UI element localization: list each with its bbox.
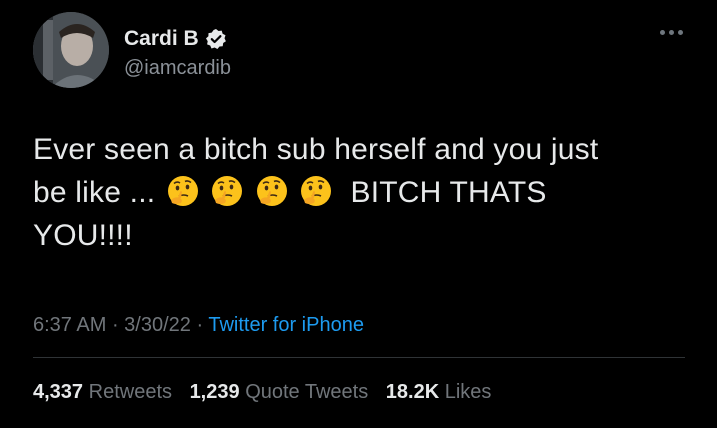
divider <box>33 357 685 358</box>
tweet-meta: 6:37 AM · 3/30/22 · Twitter for iPhone <box>33 311 364 339</box>
verified-badge-icon <box>205 28 227 50</box>
likes-stat[interactable]: 18.2K Likes <box>386 381 492 403</box>
retweets-label: Retweets <box>88 381 172 403</box>
tweet-date[interactable]: 3/30/22 <box>124 314 191 336</box>
handle[interactable]: @iamcardib <box>124 56 231 80</box>
tweet-line-2-prefix: be like ... <box>33 176 156 209</box>
more-options-icon[interactable] <box>660 30 683 35</box>
thinking-face-emoji-icon <box>210 174 244 208</box>
meta-separator: · <box>106 314 125 336</box>
retweets-stat[interactable]: 4,337 Retweets <box>33 381 172 403</box>
quote-tweets-count: 1,239 <box>189 381 240 403</box>
quote-tweets-label: Quote Tweets <box>245 381 369 403</box>
likes-label: Likes <box>444 381 492 403</box>
retweets-count: 4,337 <box>33 381 84 403</box>
quote-tweets-stat[interactable]: 1,239 Quote Tweets <box>190 381 369 403</box>
tweet-stats: 4,337 Retweets 1,239 Quote Tweets 18.2K … <box>33 378 503 406</box>
avatar-image <box>33 12 109 88</box>
avatar[interactable] <box>33 12 109 88</box>
tweet-line-2-suffix: BITCH THATS <box>342 176 547 209</box>
author-block: Cardi B @iamcardib <box>124 26 231 80</box>
meta-separator: · <box>190 314 209 336</box>
thinking-face-emoji-icon <box>166 174 200 208</box>
tweet-card: Cardi B @iamcardib Ever seen a bitch sub… <box>0 0 717 428</box>
tweet-line-3: YOU!!!! <box>33 219 133 252</box>
tweet-time[interactable]: 6:37 AM <box>33 314 106 336</box>
tweet-line-1: Ever seen a bitch sub herself and you ju… <box>33 133 599 166</box>
thinking-face-emoji-icon <box>255 174 289 208</box>
thinking-face-emoji-icon <box>299 174 333 208</box>
tweet-source-link[interactable]: Twitter for iPhone <box>208 314 364 336</box>
tweet-text: Ever seen a bitch sub herself and you ju… <box>33 128 683 257</box>
tweet-line-2: be like ... BITCH THATS <box>33 171 683 214</box>
display-name[interactable]: Cardi B <box>124 26 199 52</box>
likes-count: 18.2K <box>385 381 440 403</box>
name-row: Cardi B <box>124 26 231 52</box>
